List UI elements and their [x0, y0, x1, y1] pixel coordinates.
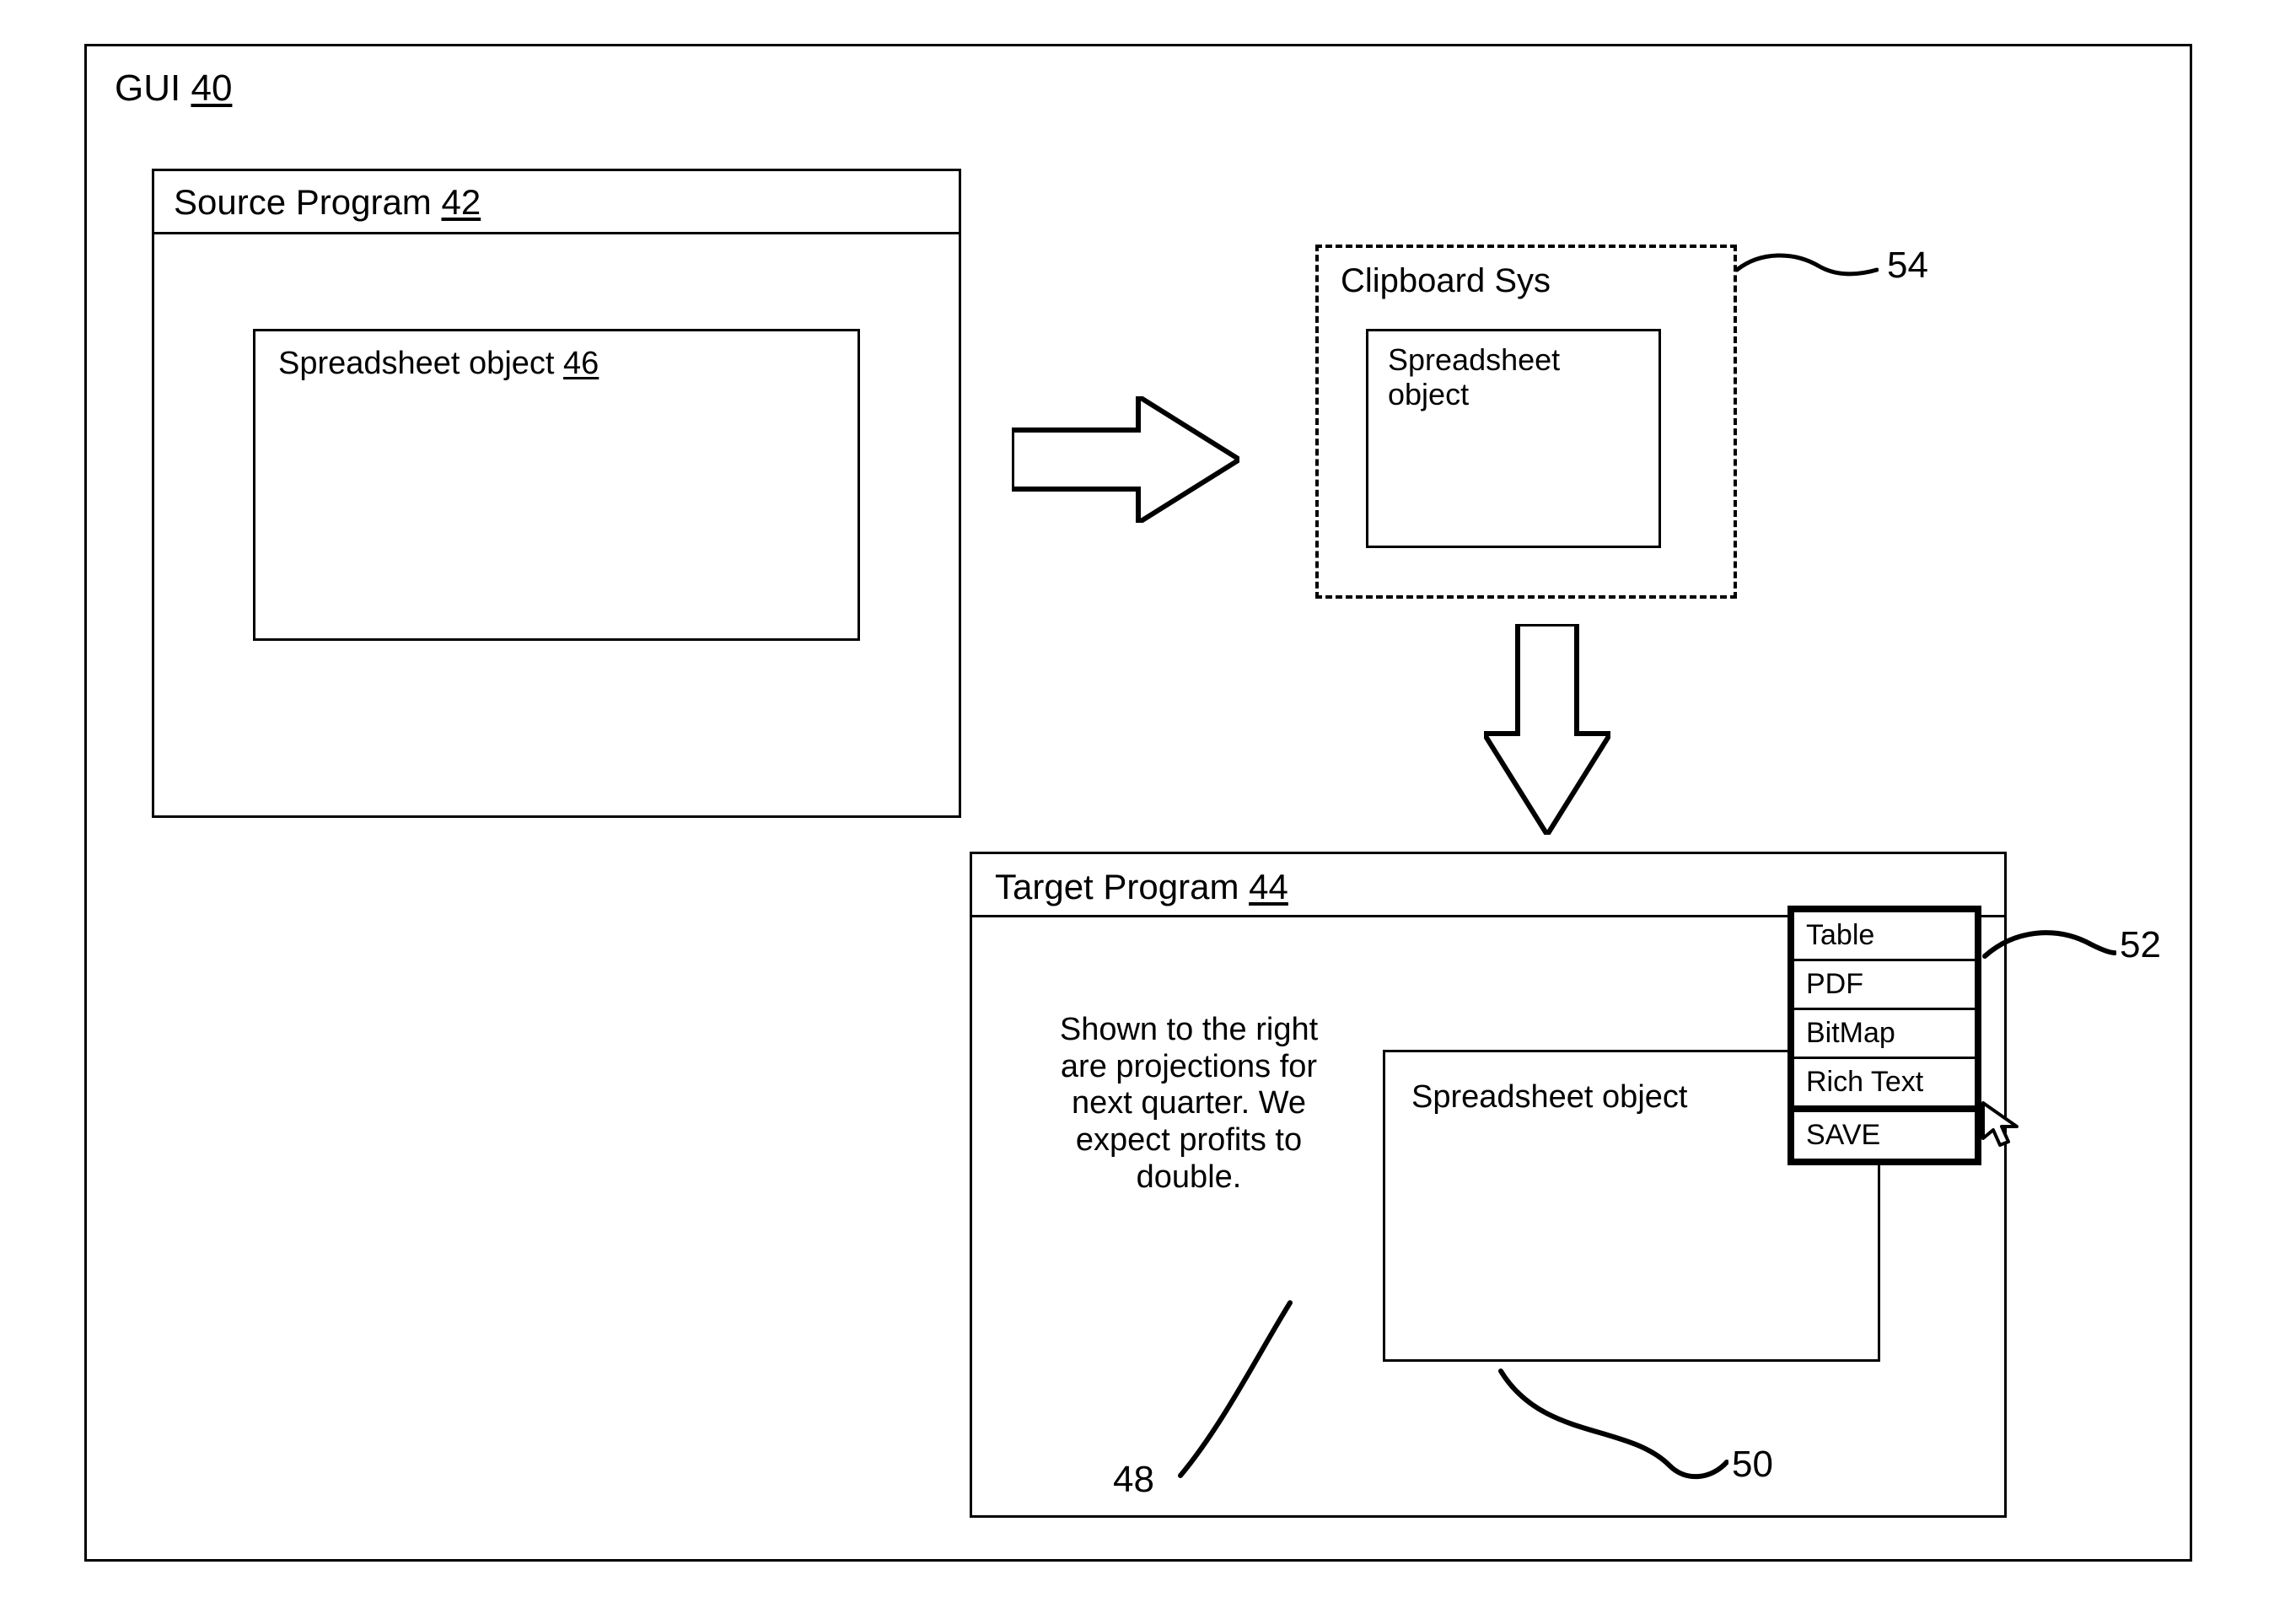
paste-format-menu[interactable]: Table PDF BitMap Rich Text SAVE — [1787, 906, 1981, 1165]
menu-item-save[interactable]: SAVE — [1794, 1112, 1975, 1159]
source-program-title-text: Source Program — [174, 182, 432, 222]
gui-title: GUI 40 — [115, 67, 232, 110]
gui-ref: 40 — [191, 67, 232, 109]
source-spreadsheet-ref: 46 — [563, 346, 599, 381]
source-spreadsheet-text: Spreadsheet object — [278, 346, 554, 381]
clipboard-object-text: Spreadsheet object — [1388, 342, 1560, 411]
target-program-ref: 44 — [1249, 867, 1288, 906]
clipboard-object-label: Spreadsheet object — [1388, 342, 1615, 412]
target-spreadsheet-label: Spreadsheet object — [1411, 1079, 1687, 1116]
menu-item-pdf[interactable]: PDF — [1794, 961, 1975, 1010]
menu-item-table[interactable]: Table — [1794, 912, 1975, 961]
arrow-down-icon — [1484, 624, 1610, 835]
source-program-ref: 42 — [441, 182, 481, 222]
arrow-right-icon — [1012, 396, 1239, 523]
clipboard-title-text: Clipboard Sys — [1341, 262, 1551, 299]
leader-50-icon — [1492, 1364, 1728, 1495]
clipboard-title: Clipboard Sys — [1341, 261, 1551, 300]
paste-menu-ref: 52 — [2120, 924, 2161, 967]
body-ref: 48 — [1113, 1459, 1154, 1502]
source-spreadsheet-label: Spreadsheet object 46 — [278, 346, 599, 383]
cursor-icon — [1981, 1101, 2024, 1153]
target-program-title-text: Target Program — [995, 867, 1239, 906]
source-program-title: Source Program 42 — [174, 182, 481, 223]
gui-title-text: GUI — [115, 67, 180, 109]
target-body-text: Shown to the right are projections for n… — [1046, 1012, 1332, 1196]
target-object-ref: 50 — [1732, 1444, 1773, 1487]
clipboard-leader-icon — [1735, 236, 1879, 308]
leader-52-icon — [1981, 919, 2116, 982]
target-program-title: Target Program 44 — [995, 867, 1288, 907]
clipboard-ref: 54 — [1887, 245, 1928, 288]
menu-item-richtext[interactable]: Rich Text — [1794, 1059, 1975, 1112]
menu-item-bitmap[interactable]: BitMap — [1794, 1010, 1975, 1059]
leader-48-icon — [1172, 1299, 1324, 1488]
